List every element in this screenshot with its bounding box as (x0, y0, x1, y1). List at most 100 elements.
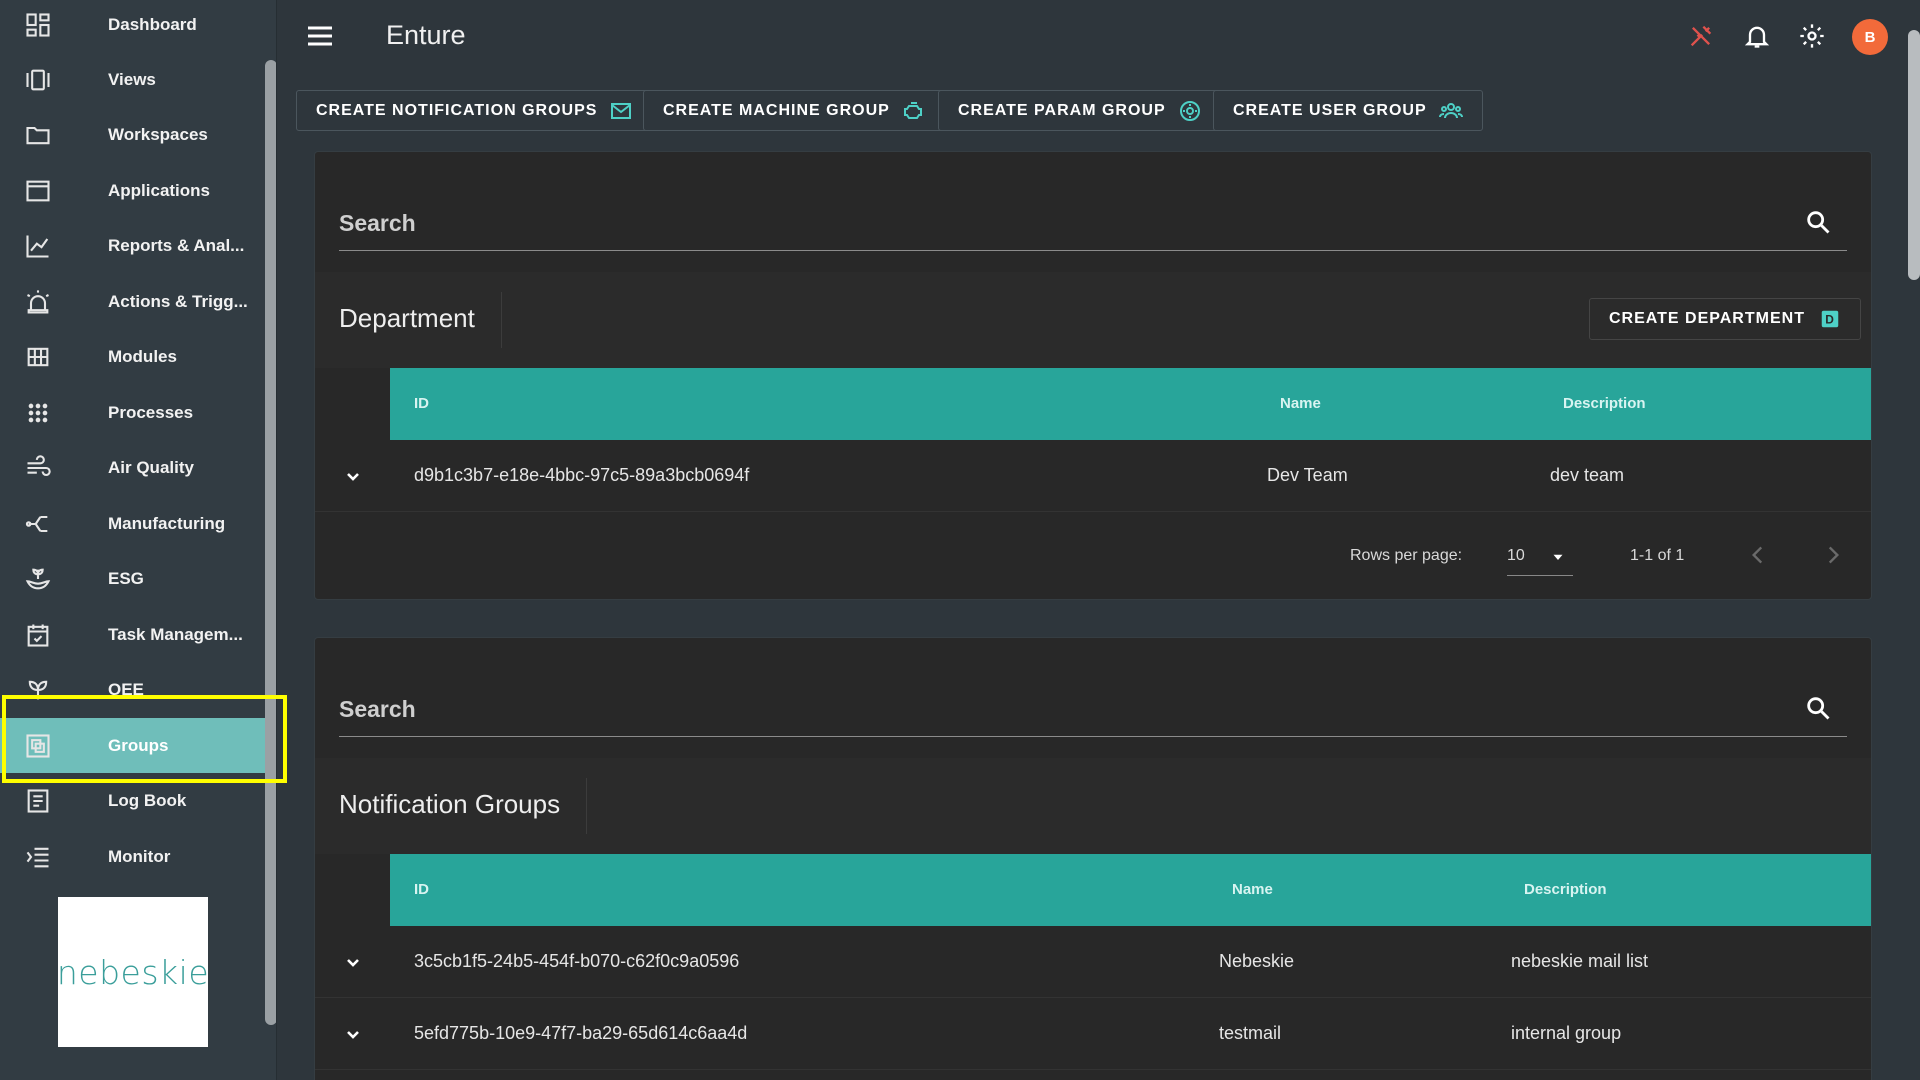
search-input[interactable]: Search (339, 696, 416, 723)
table-row[interactable]: d9b1c3b7-e18e-4bbc-97c5-89a3bcb0694f Dev… (315, 440, 1871, 512)
rows-per-page-select[interactable]: 10 (1507, 538, 1573, 576)
sidebar-item-processes[interactable]: Processes (0, 385, 272, 440)
dashboard-icon (26, 12, 50, 37)
create-department-button[interactable]: CREATE DEPARTMENT D (1589, 298, 1861, 340)
chevron-down-icon[interactable] (341, 950, 365, 974)
grid-icon (27, 347, 49, 366)
menu-icon[interactable] (304, 20, 336, 52)
views-icon (26, 69, 50, 90)
alarm-light-icon (27, 289, 49, 314)
sidebar: Dashboard Views Workspaces Applications … (0, 0, 277, 1080)
sprout-icon (28, 680, 48, 699)
create-user-group-button[interactable]: CREATE USER GROUP (1213, 90, 1483, 131)
sidebar-item-reports[interactable]: Reports & Anal... (0, 218, 272, 273)
users-icon (1438, 102, 1463, 118)
department-search[interactable]: Search (339, 202, 1847, 251)
department-icon: D (1821, 310, 1839, 328)
create-param-group-button[interactable]: CREATE PARAM GROUP (938, 90, 1222, 131)
search-input[interactable]: Search (339, 210, 416, 237)
chevron-left-icon[interactable] (1745, 542, 1771, 568)
sidebar-item-label: Air Quality (108, 457, 194, 477)
cell-description: nebeskie mail list (1511, 951, 1649, 971)
sidebar-item-label: Modules (108, 346, 177, 366)
column-description[interactable]: Description (1524, 881, 1607, 898)
search-icon[interactable] (1804, 694, 1832, 722)
group-icon (26, 733, 50, 758)
button-label: CREATE USER GROUP (1233, 101, 1427, 119)
calendar-check-icon (27, 624, 49, 647)
sidebar-item-label: Reports & Anal... (108, 235, 245, 255)
cell-name: Nebeskie (1219, 951, 1295, 971)
sidebar-item-workspaces[interactable]: Workspaces (0, 107, 272, 162)
book-icon (27, 788, 49, 813)
notification-groups-search[interactable]: Search (339, 688, 1847, 737)
sidebar-item-label: Actions & Trigg... (108, 291, 248, 311)
sidebar-item-groups[interactable]: Groups (0, 718, 272, 773)
sidebar-item-oee[interactable]: OEE (0, 662, 272, 717)
column-name[interactable]: Name (1232, 881, 1273, 898)
tools-off-icon[interactable] (1687, 22, 1715, 50)
sidebar-item-label: Processes (108, 402, 194, 422)
sidebar-item-modules[interactable]: Modules (0, 329, 272, 384)
window-icon (26, 180, 50, 201)
user-avatar[interactable]: B (1852, 19, 1888, 55)
create-machine-group-button[interactable]: CREATE MACHINE GROUP (643, 90, 946, 131)
sidebar-item-label: Dashboard (108, 14, 197, 34)
cell-name: testmail (1219, 1023, 1282, 1043)
sidebar-item-views[interactable]: Views (0, 52, 272, 107)
button-label: CREATE MACHINE GROUP (663, 101, 890, 119)
sidebar-item-label: Groups (108, 735, 169, 755)
sidebar-scrollbar[interactable] (265, 60, 276, 1025)
monitor-list-icon (26, 847, 49, 867)
flow-icon (25, 515, 48, 532)
sidebar-item-label: Applications (108, 180, 211, 200)
wind-icon (27, 454, 51, 476)
bell-icon[interactable] (1743, 22, 1771, 50)
sidebar-item-task-management[interactable]: Task Managem... (0, 607, 272, 662)
chevron-down-icon[interactable] (341, 464, 365, 488)
divider (586, 778, 587, 834)
plant-hand-icon (25, 568, 51, 589)
column-description[interactable]: Description (1563, 395, 1646, 412)
sidebar-item-actions[interactable]: Actions & Trigg... (0, 274, 272, 329)
chevron-right-icon[interactable] (1820, 542, 1846, 568)
sidebar-item-air-quality[interactable]: Air Quality (0, 440, 272, 495)
engine-icon (903, 101, 922, 119)
sidebar-item-label: OEE (108, 679, 144, 699)
table-header: ID Name Description (390, 368, 1871, 440)
chevron-down-icon[interactable] (341, 1022, 365, 1046)
settings-circle-icon (1179, 100, 1200, 121)
cell-description: dev team (1550, 465, 1625, 485)
sidebar-item-log-book[interactable]: Log Book (0, 773, 272, 828)
department-header: Department CREATE DEPARTMENT D (315, 272, 1871, 368)
gear-icon[interactable] (1798, 22, 1826, 50)
search-icon[interactable] (1804, 208, 1832, 236)
logo-text: nebeskie (56, 952, 210, 992)
folder-icon (26, 126, 50, 144)
sidebar-item-label: ESG (108, 568, 144, 588)
svg-text:D: D (1825, 313, 1835, 327)
sidebar-item-applications[interactable]: Applications (0, 163, 272, 218)
table-row[interactable]: 5efd775b-10e9-47f7-ba29-65d614c6aa4d tes… (315, 998, 1871, 1070)
page-range: 1-1 of 1 (1630, 547, 1685, 564)
chart-line-icon (26, 235, 49, 258)
department-card: Search Department CREATE DEPARTMENT D ID… (314, 151, 1872, 600)
sidebar-item-label: Monitor (108, 846, 171, 866)
button-label: CREATE PARAM GROUP (958, 101, 1166, 119)
top-bar: Enture B (277, 0, 1920, 72)
button-label: CREATE DEPARTMENT (1609, 310, 1805, 327)
table-row[interactable]: 3c5cb1f5-24b5-454f-b070-c62f0c9a0596 Neb… (315, 926, 1871, 998)
sidebar-item-esg[interactable]: ESG (0, 551, 272, 606)
mail-icon (611, 102, 632, 119)
column-name[interactable]: Name (1280, 395, 1321, 412)
page-scrollbar[interactable] (1908, 30, 1920, 280)
column-id[interactable]: ID (414, 881, 429, 898)
sidebar-item-dashboard[interactable]: Dashboard (0, 0, 272, 52)
sidebar-item-label: Manufacturing (108, 513, 226, 533)
column-id[interactable]: ID (414, 395, 429, 412)
create-notification-groups-button[interactable]: CREATE NOTIFICATION GROUPS (296, 90, 654, 131)
sidebar-item-manufacturing[interactable]: Manufacturing (0, 496, 272, 551)
table-header: ID Name Description (390, 854, 1871, 926)
sidebar-item-monitor[interactable]: Monitor (0, 829, 272, 884)
cell-name: Dev Team (1267, 465, 1348, 485)
